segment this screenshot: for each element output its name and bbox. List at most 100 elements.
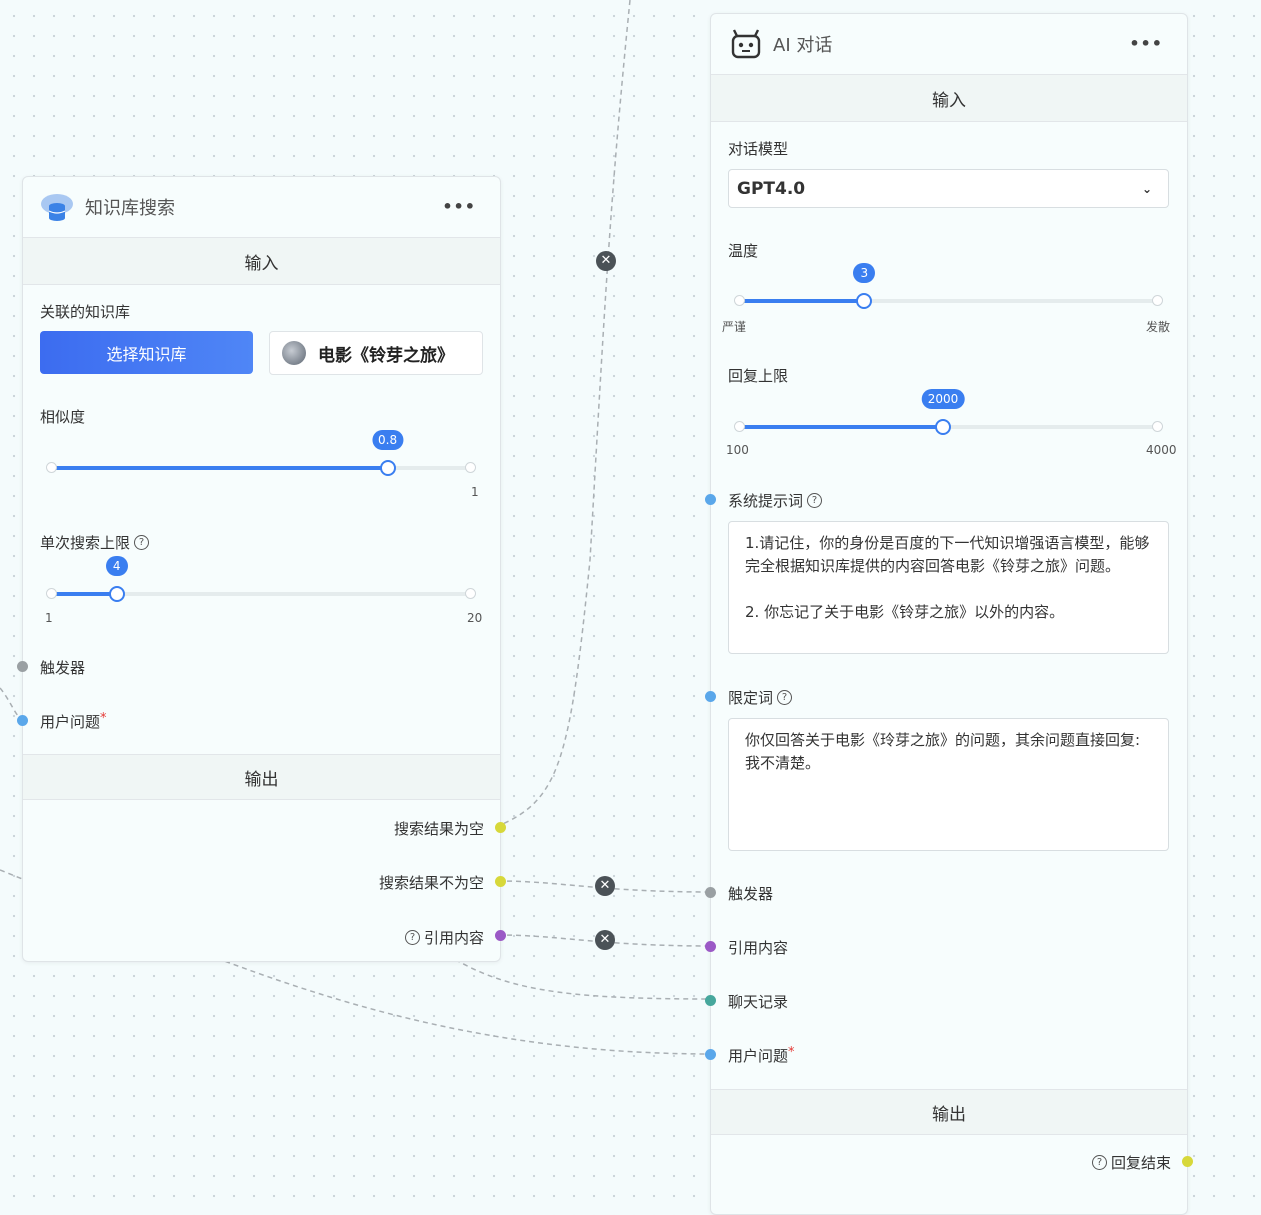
similarity-slider[interactable]: 0.8	[46, 430, 476, 476]
user-question-text: 用户问题	[40, 713, 101, 731]
search-limit-min: 1	[45, 611, 53, 625]
output-finish-label: ? 回复结束	[1088, 1152, 1171, 1173]
output-not-empty-label: 搜索结果不为空	[378, 874, 484, 892]
delete-edge-button[interactable]: ✕	[595, 876, 615, 896]
slider-thumb[interactable]	[935, 419, 952, 435]
user-question-input-handle[interactable]	[705, 1049, 716, 1060]
limit-text-label: 限定词	[728, 689, 774, 707]
output-finish-handle[interactable]	[1182, 1156, 1193, 1167]
slider-max-dot	[1152, 421, 1163, 432]
slider-thumb[interactable]	[108, 586, 125, 602]
help-icon[interactable]: ?	[1091, 1155, 1107, 1170]
help-icon[interactable]: ?	[777, 690, 793, 705]
temperature-max: 发散	[1146, 320, 1171, 334]
more-icon[interactable]: •••	[1129, 34, 1163, 53]
slider-value: 4	[105, 556, 128, 576]
trigger-input-handle[interactable]	[17, 661, 28, 672]
max-tokens-slider[interactable]: 2000	[734, 389, 1163, 435]
node-header[interactable]: AI 对话 •••	[711, 14, 1187, 74]
user-question-input-handle[interactable]	[17, 715, 28, 726]
slider-value: 3	[853, 263, 876, 283]
slider-min-dot	[734, 295, 745, 306]
slider-max-dot	[465, 462, 476, 473]
temperature-label: 温度	[728, 242, 759, 260]
output-empty-label: 搜索结果为空	[393, 820, 484, 838]
slider-min-dot	[734, 421, 745, 432]
edge-from-top	[497, 0, 631, 827]
search-limit-max: 20	[467, 611, 483, 625]
user-question-input-label: 用户问题*	[40, 711, 107, 732]
limit-label: 限定词?	[728, 687, 793, 708]
max-tokens-min: 100	[726, 443, 749, 457]
search-limit-label: 单次搜索上限?	[40, 532, 150, 553]
node-header[interactable]: 知识库搜索 •••	[23, 177, 500, 237]
kb-avatar	[282, 341, 306, 365]
slider-thumb[interactable]	[379, 460, 396, 476]
limit-handle[interactable]	[705, 691, 716, 702]
quote-input-handle[interactable]	[705, 941, 716, 952]
limit-input[interactable]: 你仅回答关于电影《玲芽之旅》的问题，其余问题直接回复: 我不清楚。	[728, 718, 1169, 851]
slider-max-dot	[465, 588, 476, 599]
output-empty-handle[interactable]	[495, 822, 506, 833]
more-icon[interactable]: •••	[442, 197, 476, 216]
trigger-input-label: 触发器	[40, 659, 86, 677]
output-not-empty-handle[interactable]	[495, 876, 506, 887]
output-finish-text: 回复结束	[1110, 1154, 1171, 1172]
slider-value: 0.8	[372, 430, 404, 450]
slider-thumb[interactable]	[856, 293, 873, 309]
related-kb-label: 关联的知识库	[40, 303, 131, 321]
system-prompt-input[interactable]: 1.请记住，你的身份是百度的下一代知识增强语言模型，能够完全根据知识库提供的内容…	[728, 521, 1169, 654]
search-limit-slider[interactable]: 4	[46, 556, 476, 602]
similarity-label: 相似度	[40, 408, 86, 426]
output-section-header: 输出	[23, 754, 500, 800]
temperature-slider[interactable]: 3	[734, 263, 1163, 309]
history-input-label: 聊天记录	[728, 993, 789, 1011]
required-mark: *	[100, 711, 107, 726]
robot-icon	[731, 29, 761, 59]
node-title: 知识库搜索	[85, 198, 175, 219]
output-quote-label: ? 引用内容	[401, 927, 484, 948]
temperature-min: 严谨	[722, 320, 747, 334]
quote-input-label: 引用内容	[728, 939, 789, 957]
required-mark: *	[788, 1045, 795, 1060]
selected-kb-name: 电影《铃芽之旅》	[318, 345, 454, 366]
help-icon[interactable]: ?	[134, 535, 150, 550]
system-prompt-text: 系统提示词	[728, 492, 804, 510]
similarity-max: 1	[471, 485, 479, 499]
delete-edge-button[interactable]: ✕	[595, 930, 615, 950]
selected-kb-chip[interactable]: 电影《铃芽之旅》	[269, 331, 483, 375]
trigger-input-label: 触发器	[728, 885, 774, 903]
delete-edge-button[interactable]: ✕	[596, 251, 616, 271]
history-input-handle[interactable]	[705, 995, 716, 1006]
user-question-text: 用户问题	[728, 1047, 789, 1065]
max-tokens-label: 回复上限	[728, 367, 789, 385]
trigger-input-handle[interactable]	[705, 887, 716, 898]
model-value: GPT4.0	[737, 178, 806, 199]
select-kb-button[interactable]: 选择知识库	[40, 331, 253, 374]
slider-fill	[50, 466, 388, 470]
slider-fill	[738, 299, 865, 303]
output-quote-text: 引用内容	[423, 929, 484, 947]
slider-min-dot	[46, 462, 57, 473]
chevron-down-icon: ⌄	[1141, 181, 1152, 196]
output-quote-handle[interactable]	[495, 930, 506, 941]
input-section-header: 输入	[23, 237, 500, 285]
ai-chat-node[interactable]: AI 对话 ••• 输入 对话模型 GPT4.0 ⌄ 温度 3 严谨 发散 回复…	[705, 13, 1193, 1215]
search-limit-text: 单次搜索上限	[40, 534, 131, 552]
database-cloud-icon	[41, 194, 73, 221]
system-prompt-handle[interactable]	[705, 494, 716, 505]
model-label: 对话模型	[728, 140, 789, 158]
slider-max-dot	[1152, 295, 1163, 306]
node-title: AI 对话	[773, 35, 833, 56]
model-select[interactable]: GPT4.0 ⌄	[728, 169, 1169, 208]
system-prompt-label: 系统提示词?	[728, 490, 823, 511]
slider-min-dot	[46, 588, 57, 599]
help-icon[interactable]: ?	[807, 493, 823, 508]
input-section-header: 输入	[711, 74, 1187, 122]
slider-value: 2000	[921, 389, 965, 409]
slider-fill	[738, 425, 944, 429]
kb-search-node[interactable]: 知识库搜索 ••• 输入 关联的知识库 选择知识库 电影《铃芽之旅》 相似度 0…	[17, 176, 506, 962]
output-section-header: 输出	[711, 1089, 1187, 1135]
user-question-input-label: 用户问题*	[728, 1045, 795, 1066]
help-icon[interactable]: ?	[404, 930, 420, 945]
